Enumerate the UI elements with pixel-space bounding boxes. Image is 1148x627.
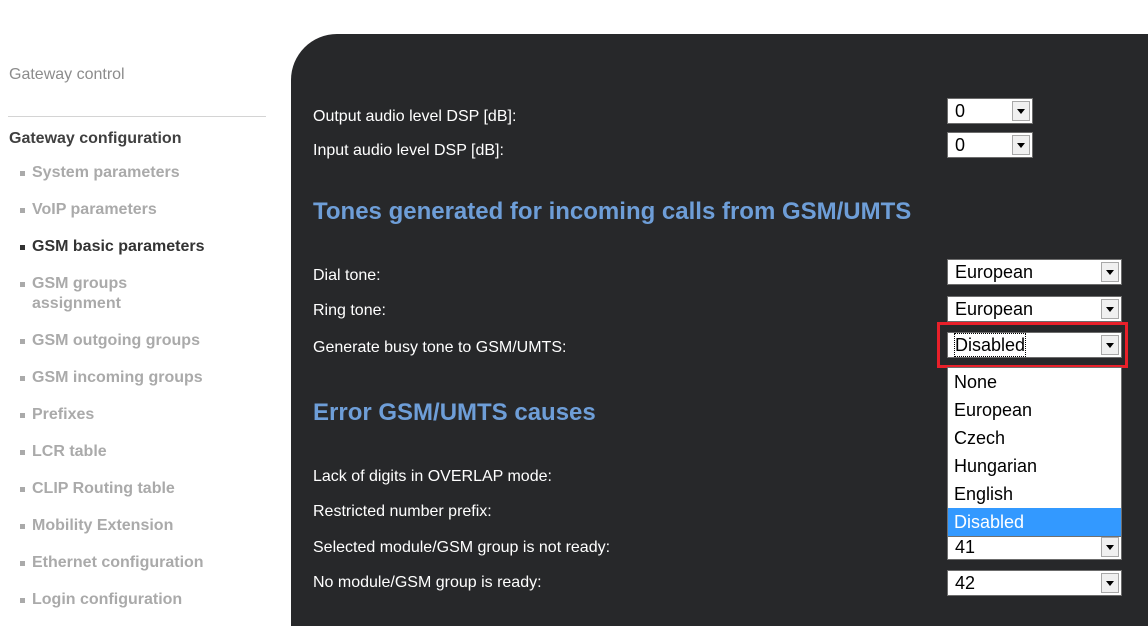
- sidebar-item-ethernet-configuration[interactable]: Ethernet configuration: [20, 553, 280, 573]
- module-not-ready-label: Selected module/GSM group is not ready:: [313, 539, 611, 556]
- sidebar-item-clip-routing-table[interactable]: CLIP Routing table: [20, 479, 280, 499]
- busy-tone-dropdown: None European Czech Hungarian English Di…: [947, 367, 1122, 537]
- output-audio-level-label: Output audio level DSP [dB]:: [313, 108, 517, 125]
- sidebar-item-prefixes[interactable]: Prefixes: [20, 405, 280, 425]
- chevron-down-icon[interactable]: [1012, 135, 1030, 155]
- dial-tone-select[interactable]: European: [947, 259, 1122, 285]
- lack-of-digits-label: Lack of digits in OVERLAP mode:: [313, 468, 552, 485]
- chevron-down-icon[interactable]: [1101, 262, 1119, 282]
- sidebar: Gateway control Gateway configuration Sy…: [0, 0, 290, 626]
- dial-tone-value: European: [955, 262, 1034, 282]
- input-audio-level-value: 0: [955, 135, 966, 155]
- dropdown-option-none[interactable]: None: [948, 368, 1121, 396]
- dropdown-option-european[interactable]: European: [948, 396, 1121, 424]
- module-not-ready-select[interactable]: 41: [947, 534, 1122, 560]
- chevron-down-icon[interactable]: [1101, 299, 1119, 319]
- sidebar-divider: [8, 116, 266, 117]
- input-audio-level-select[interactable]: 0: [947, 132, 1033, 158]
- sidebar-item-system-parameters[interactable]: System parameters: [20, 163, 280, 183]
- error-causes-heading: Error GSM/UMTS causes: [313, 399, 596, 426]
- sidebar-menu: System parameters VoIP parameters GSM ba…: [20, 163, 280, 627]
- sidebar-item-login-configuration[interactable]: Login configuration: [20, 590, 280, 610]
- input-audio-level-label: Input audio level DSP [dB]:: [313, 142, 504, 159]
- busy-tone-value: Disabled: [953, 333, 1027, 357]
- tones-section-heading: Tones generated for incoming calls from …: [313, 198, 912, 225]
- sidebar-gateway-configuration[interactable]: Gateway configuration: [9, 130, 181, 148]
- dropdown-option-disabled[interactable]: Disabled: [948, 508, 1121, 536]
- sidebar-gateway-control[interactable]: Gateway control: [9, 66, 125, 84]
- no-module-ready-value: 42: [955, 573, 976, 593]
- dropdown-option-english[interactable]: English: [948, 480, 1121, 508]
- sidebar-item-gsm-basic-parameters[interactable]: GSM basic parameters: [20, 237, 280, 257]
- dropdown-option-czech[interactable]: Czech: [948, 424, 1121, 452]
- output-audio-level-select[interactable]: 0: [947, 98, 1033, 124]
- sidebar-item-gsm-incoming-groups[interactable]: GSM incoming groups: [20, 368, 280, 388]
- chevron-down-icon[interactable]: [1101, 537, 1119, 557]
- busy-tone-select[interactable]: Disabled: [947, 332, 1122, 358]
- sidebar-item-lcr-table[interactable]: LCR table: [20, 442, 280, 462]
- chevron-down-icon[interactable]: [1101, 573, 1119, 593]
- sidebar-item-gsm-outgoing-groups[interactable]: GSM outgoing groups: [20, 331, 280, 351]
- restricted-prefix-label: Restricted number prefix:: [313, 503, 492, 520]
- module-not-ready-value: 41: [955, 537, 976, 557]
- busy-tone-label: Generate busy tone to GSM/UMTS:: [313, 339, 567, 356]
- no-module-ready-label: No module/GSM group is ready:: [313, 574, 542, 591]
- ring-tone-label: Ring tone:: [313, 302, 386, 319]
- ring-tone-select[interactable]: European: [947, 296, 1122, 322]
- settings-panel: Output audio level DSP [dB]: 0 Input aud…: [291, 34, 1148, 626]
- sidebar-item-gsm-groups-assignment[interactable]: GSM groups assignment: [20, 274, 192, 314]
- sidebar-item-voip-parameters[interactable]: VoIP parameters: [20, 200, 280, 220]
- dropdown-option-hungarian[interactable]: Hungarian: [948, 452, 1121, 480]
- no-module-ready-select[interactable]: 42: [947, 570, 1122, 596]
- ring-tone-value: European: [955, 299, 1034, 319]
- chevron-down-icon[interactable]: [1101, 335, 1119, 355]
- output-audio-level-value: 0: [955, 101, 966, 121]
- dial-tone-label: Dial tone:: [313, 267, 381, 284]
- chevron-down-icon[interactable]: [1012, 101, 1030, 121]
- sidebar-item-mobility-extension[interactable]: Mobility Extension: [20, 516, 280, 536]
